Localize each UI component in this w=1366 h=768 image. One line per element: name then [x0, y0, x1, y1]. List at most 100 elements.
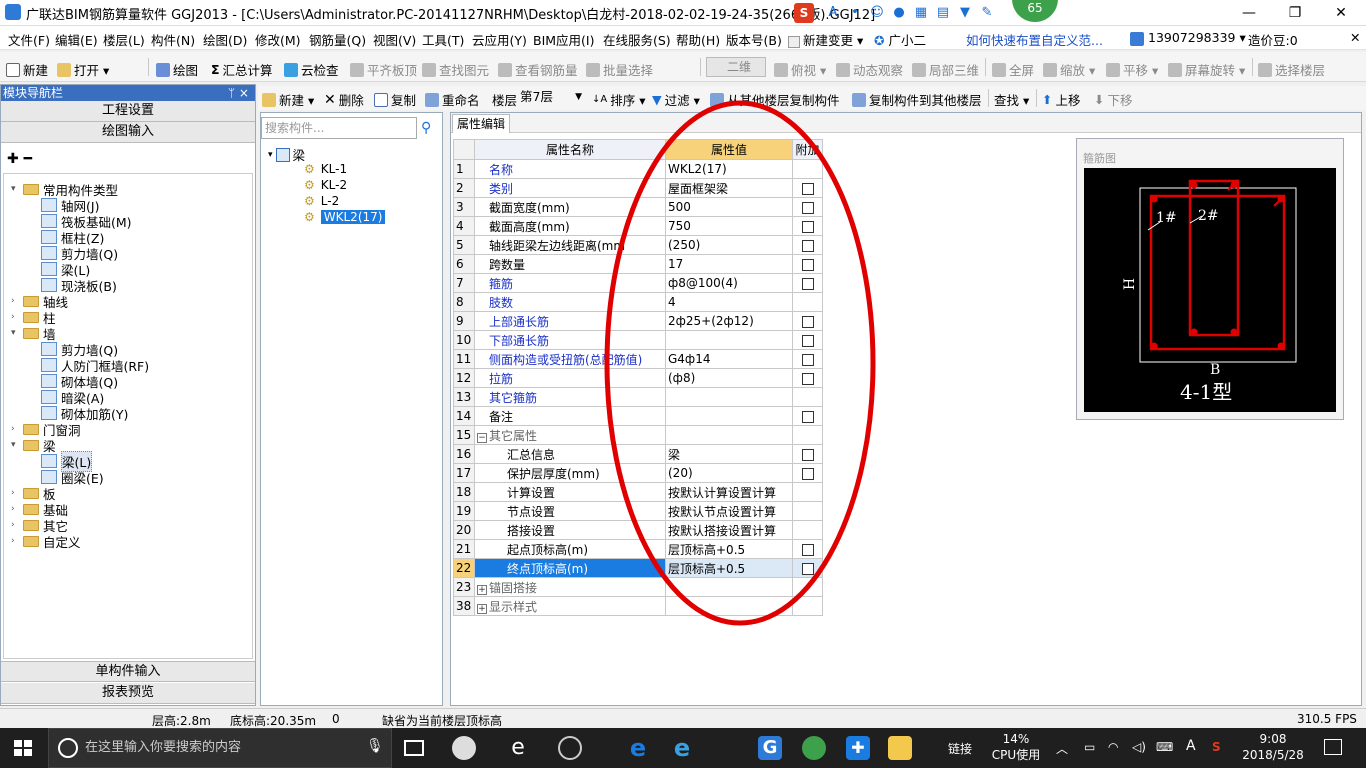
- mic-taskbar-icon[interactable]: 🎙: [366, 738, 384, 754]
- menu-draw[interactable]: 绘图(D): [203, 30, 247, 49]
- nav-tree-folder[interactable]: › 自定义: [11, 533, 81, 550]
- nav-tree-folder[interactable]: ▾ 梁: [11, 437, 56, 454]
- menu-cloud[interactable]: 云应用(Y): [472, 30, 527, 49]
- menu-online[interactable]: 在线服务(S): [603, 30, 671, 49]
- wifi-icon[interactable]: ◠: [1108, 740, 1118, 754]
- tree-toggle-icon[interactable]: ›: [11, 424, 23, 434]
- glodon-g-icon[interactable]: G: [758, 736, 782, 760]
- move-up-button[interactable]: ⬆ 上移: [1042, 90, 1081, 109]
- tree-toggle-icon[interactable]: ›: [11, 536, 23, 546]
- expand-collapse-tools[interactable]: ✚ ━: [7, 151, 32, 167]
- collapse-icon[interactable]: −: [477, 432, 487, 443]
- sogou-tray-icon[interactable]: S: [1212, 740, 1221, 754]
- expand-icon[interactable]: +: [477, 603, 487, 614]
- menu-close-icon[interactable]: ✕: [1350, 30, 1360, 45]
- emoji-icon[interactable]: ☺: [868, 4, 886, 22]
- wrench-icon[interactable]: ✎: [978, 4, 996, 22]
- select-floor-button[interactable]: 选择楼层: [1258, 60, 1325, 79]
- menu-component[interactable]: 构件(N): [151, 30, 195, 49]
- single-component-input-button[interactable]: 单构件输入: [1, 661, 255, 682]
- punct-icon[interactable]: •: [846, 4, 864, 22]
- report-preview-button[interactable]: 报表预览: [1, 683, 255, 704]
- tree-toggle-icon[interactable]: ›: [11, 296, 23, 306]
- menu-view[interactable]: 视图(V): [373, 30, 416, 49]
- fullscreen-button[interactable]: 全屏: [992, 60, 1034, 79]
- notification-icon[interactable]: [1324, 739, 1342, 755]
- spiral-app-icon[interactable]: [558, 736, 582, 760]
- menu-file[interactable]: 文件(F): [8, 30, 50, 49]
- expand-icon[interactable]: +: [477, 584, 487, 595]
- screen-rotate-button[interactable]: 屏幕旋转 ▾: [1168, 60, 1245, 79]
- grid-icon[interactable]: ▤: [934, 4, 952, 22]
- pin-close-icon[interactable]: ᛘ ×: [228, 85, 249, 101]
- rename-button[interactable]: 重命名: [425, 90, 480, 109]
- menu-bim[interactable]: BIM应用(I): [533, 30, 595, 49]
- component-search-input[interactable]: 搜索构件...: [261, 117, 417, 139]
- tab-property-edit[interactable]: 属性编辑: [452, 114, 510, 133]
- sum-calc-button[interactable]: Σ 汇总计算: [211, 60, 273, 79]
- batch-select-button[interactable]: 批量选择: [586, 60, 653, 79]
- component-list-item[interactable]: ⚙ KL-2: [304, 177, 347, 193]
- tray-link-label[interactable]: 链接: [948, 740, 972, 757]
- view-mode-select[interactable]: 二维: [706, 57, 766, 77]
- ie-icon[interactable]: e: [670, 736, 694, 760]
- minimize-button[interactable]: —: [1226, 0, 1272, 26]
- ime-lang-icon[interactable]: A: [824, 4, 842, 22]
- glodon-active-icon[interactable]: ✚: [846, 736, 870, 760]
- menu-version[interactable]: 版本号(B): [726, 30, 782, 49]
- pan-button[interactable]: 平移 ▾: [1106, 60, 1158, 79]
- cloud-check-button[interactable]: 云检查: [284, 60, 339, 79]
- menu-help[interactable]: 帮助(H): [676, 30, 720, 49]
- fan-app-icon[interactable]: [452, 736, 476, 760]
- green-app-icon[interactable]: [802, 736, 826, 760]
- find-element-button[interactable]: 查找图元: [422, 60, 489, 79]
- sogou-icon[interactable]: S: [794, 3, 814, 23]
- tree-toggle-icon[interactable]: ▾: [11, 184, 23, 194]
- tree-toggle-icon[interactable]: ▾: [11, 328, 23, 338]
- menu-floor[interactable]: 楼层(L): [103, 30, 145, 49]
- ime-indicator[interactable]: A: [1186, 738, 1196, 754]
- floor-select[interactable]: 第7层 ▼: [520, 88, 584, 107]
- network-icon[interactable]: ▭: [1084, 740, 1095, 754]
- zoom-button[interactable]: 缩放 ▾: [1043, 60, 1095, 79]
- clock[interactable]: 9:08 2018/5/28: [1238, 731, 1308, 763]
- project-settings-button[interactable]: 工程设置: [1, 101, 255, 122]
- menu-edit[interactable]: 编辑(E): [55, 30, 98, 49]
- flat-roof-button[interactable]: 平齐板顶: [350, 60, 417, 79]
- tree-toggle-icon[interactable]: ▾: [11, 440, 23, 450]
- search-icon[interactable]: ⚲: [421, 120, 431, 136]
- taskbar-search-input[interactable]: 在这里输入你要搜索的内容: [48, 728, 392, 768]
- new-project-button[interactable]: 新建: [6, 60, 48, 79]
- menu-tools[interactable]: 工具(T): [422, 30, 464, 49]
- tree-toggle-icon[interactable]: ›: [11, 504, 23, 514]
- user-phone[interactable]: 13907298339 ▾: [1130, 30, 1246, 46]
- copy-button[interactable]: 复制: [374, 90, 416, 109]
- windows-start-icon[interactable]: [14, 740, 32, 756]
- tree-toggle-icon[interactable]: ›: [11, 312, 23, 322]
- tree-toggle-icon[interactable]: ›: [11, 488, 23, 498]
- find-button[interactable]: 查找 ▾: [994, 90, 1029, 109]
- menu-modify[interactable]: 修改(M): [255, 30, 301, 49]
- close-button[interactable]: ✕: [1318, 0, 1364, 26]
- dynamic-observe-button[interactable]: 动态观察: [836, 60, 903, 79]
- menu-new-change[interactable]: 新建变更 ▾: [788, 30, 863, 49]
- nav-tree-folder[interactable]: › 轴线: [11, 293, 68, 310]
- component-tree-root[interactable]: ▾ 梁: [268, 145, 305, 164]
- tree-toggle-icon[interactable]: ›: [11, 520, 23, 530]
- help-link[interactable]: 如何快速布置自定义范...: [966, 30, 1103, 49]
- keyboard-tray-icon[interactable]: ⌨: [1156, 740, 1173, 754]
- component-list-item[interactable]: ⚙ WKL2(17): [304, 209, 386, 225]
- local-3d-button[interactable]: 局部三维: [912, 60, 979, 79]
- nav-tree-folder[interactable]: ▾ 墙: [11, 325, 56, 342]
- task-view-icon[interactable]: [404, 740, 424, 756]
- volume-icon[interactable]: ◁): [1132, 740, 1146, 754]
- note-app-icon[interactable]: [888, 736, 912, 760]
- top-view-button[interactable]: 俯视 ▾: [774, 60, 826, 79]
- menu-rebar-qty[interactable]: 钢筋量(Q): [309, 30, 366, 49]
- new-component-button[interactable]: 新建 ▾: [262, 90, 314, 109]
- menu-guangxiaoer[interactable]: ✪ 广小二: [874, 30, 926, 49]
- component-list-item[interactable]: ⚙ L-2: [304, 193, 339, 209]
- open-button[interactable]: 打开 ▾: [57, 60, 109, 79]
- delete-button[interactable]: ✕ 删除: [324, 90, 364, 109]
- draw-input-button[interactable]: 绘图输入: [1, 122, 255, 143]
